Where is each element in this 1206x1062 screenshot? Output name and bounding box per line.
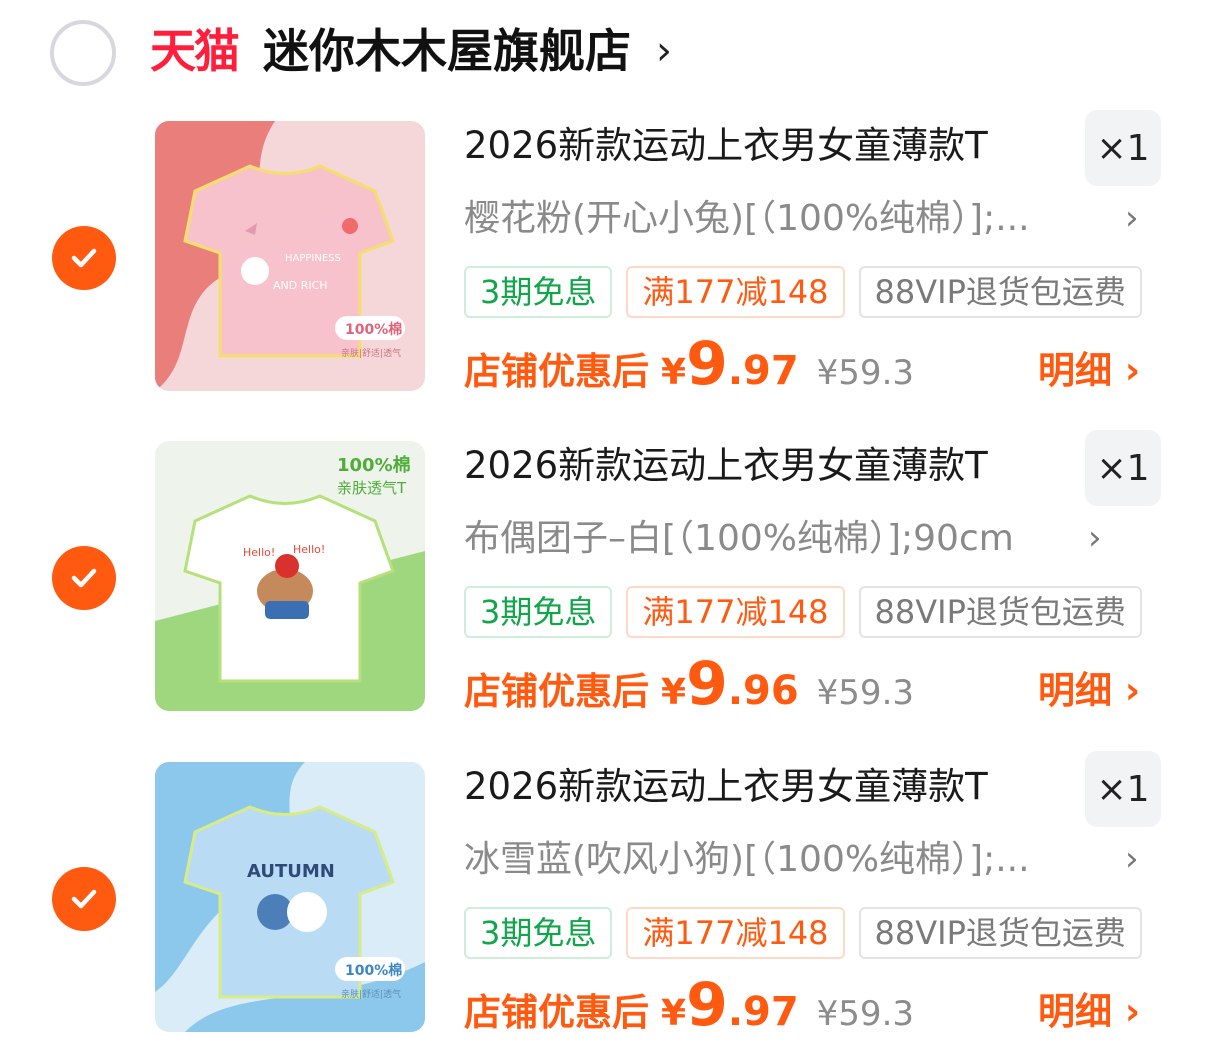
return-shipping-tag: 88VIP退货包运费 <box>858 907 1142 959</box>
price-decimal: .97 <box>727 348 799 394</box>
chevron-right-icon[interactable]: › <box>1125 198 1139 238</box>
discount-tag: 满177减148 <box>626 907 845 959</box>
chevron-right-icon[interactable]: › <box>1088 518 1102 558</box>
price-integer: 9 <box>686 649 728 719</box>
item-checkbox-checked-icon[interactable] <box>52 867 116 931</box>
original-price: ¥59.3 <box>816 353 915 393</box>
price-label: 店铺优惠后 <box>464 670 649 713</box>
item-checkbox-checked-icon[interactable] <box>52 546 116 610</box>
thumb-text: HAPPINESS <box>285 253 341 264</box>
quantity-badge[interactable]: ×1 <box>1085 751 1161 827</box>
shop-name-link[interactable]: 迷你木木屋旗舰店 <box>263 22 631 80</box>
item-checkbox-checked-icon[interactable] <box>52 226 116 290</box>
thumb-text: AUTUMN <box>247 861 335 882</box>
price-detail-link[interactable]: 明细 › <box>1038 348 1140 394</box>
sku-selector[interactable]: 樱花粉(开心小兔)[（100%纯棉）];... <box>464 196 1030 242</box>
thumb-text: 100%棉 <box>345 962 402 979</box>
price-row: 店铺优惠后 ¥ 9 .97 ¥59.3 <box>464 334 914 395</box>
discount-tag: 满177减148 <box>626 266 845 318</box>
price-decimal: .97 <box>727 989 799 1035</box>
shop-select-radio-icon[interactable] <box>50 20 116 86</box>
price-integer: 9 <box>686 970 728 1040</box>
thumb-text: Hello! <box>293 543 325 556</box>
price-decimal: .96 <box>727 668 799 714</box>
thumb-text: 100%棉 <box>337 454 411 476</box>
thumb-text: 亲肤|舒适|透气 <box>341 988 401 1000</box>
promo-tags: 3期免息 满177减148 88VIP退货包运费 <box>464 266 1142 318</box>
cart-item: HAPPINESS AND RICH 100%棉 亲肤|舒适|透气 2026新款… <box>0 108 1206 408</box>
quantity-badge[interactable]: ×1 <box>1085 110 1161 186</box>
cart-item: AUTUMN 100%棉 亲肤|舒适|透气 2026新款运动上衣男女童薄款T ×… <box>0 749 1206 1049</box>
return-shipping-tag: 88VIP退货包运费 <box>858 266 1142 318</box>
currency-symbol: ¥ <box>661 352 687 393</box>
chevron-right-icon[interactable]: › <box>656 28 672 74</box>
thumb-text: Hello! <box>243 546 275 559</box>
tmall-logo: 天猫 <box>150 24 240 78</box>
sku-selector[interactable]: 冰雪蓝(吹风小狗)[（100%纯棉）];... <box>464 837 1030 883</box>
original-price: ¥59.3 <box>816 994 915 1034</box>
chevron-right-icon[interactable]: › <box>1125 839 1139 879</box>
price-row: 店铺优惠后 ¥ 9 .97 ¥59.3 <box>464 975 914 1036</box>
product-title[interactable]: 2026新款运动上衣男女童薄款T <box>464 442 988 490</box>
promo-tags: 3期免息 满177减148 88VIP退货包运费 <box>464 907 1142 959</box>
product-title[interactable]: 2026新款运动上衣男女童薄款T <box>464 122 988 170</box>
product-title[interactable]: 2026新款运动上衣男女童薄款T <box>464 763 988 811</box>
return-shipping-tag: 88VIP退货包运费 <box>858 586 1142 638</box>
quantity-badge[interactable]: ×1 <box>1085 430 1161 506</box>
installment-tag: 3期免息 <box>464 907 613 959</box>
installment-tag: 3期免息 <box>464 266 613 318</box>
price-detail-link[interactable]: 明细 › <box>1038 668 1140 714</box>
discount-tag: 满177减148 <box>626 586 845 638</box>
thumb-text: 亲肤|舒适|透气 <box>341 347 401 359</box>
price-label: 店铺优惠后 <box>464 350 649 393</box>
price-detail-link[interactable]: 明细 › <box>1038 989 1140 1035</box>
installment-tag: 3期免息 <box>464 586 613 638</box>
promo-tags: 3期免息 满177减148 88VIP退货包运费 <box>464 586 1142 638</box>
currency-symbol: ¥ <box>661 672 687 713</box>
product-thumbnail[interactable]: HAPPINESS AND RICH 100%棉 亲肤|舒适|透气 <box>155 121 425 391</box>
price-row: 店铺优惠后 ¥ 9 .96 ¥59.3 <box>464 654 914 715</box>
sku-selector[interactable]: 布偶团子–白[（100%纯棉）];90cm <box>464 516 1014 562</box>
cart-item: Hello! Hello! 100%棉 亲肤透气T 2026新款运动上衣男女童薄… <box>0 428 1206 728</box>
price-label: 店铺优惠后 <box>464 991 649 1034</box>
thumb-text: AND RICH <box>273 279 328 292</box>
shop-header: 天猫 迷你木木屋旗舰店 › <box>0 0 1206 108</box>
product-thumbnail[interactable]: AUTUMN 100%棉 亲肤|舒适|透气 <box>155 762 425 1032</box>
product-thumbnail[interactable]: Hello! Hello! 100%棉 亲肤透气T <box>155 441 425 711</box>
currency-symbol: ¥ <box>661 993 687 1034</box>
price-integer: 9 <box>686 329 728 399</box>
thumb-text: 亲肤透气T <box>337 479 407 497</box>
original-price: ¥59.3 <box>816 673 915 713</box>
thumb-text: 100%棉 <box>345 321 402 338</box>
